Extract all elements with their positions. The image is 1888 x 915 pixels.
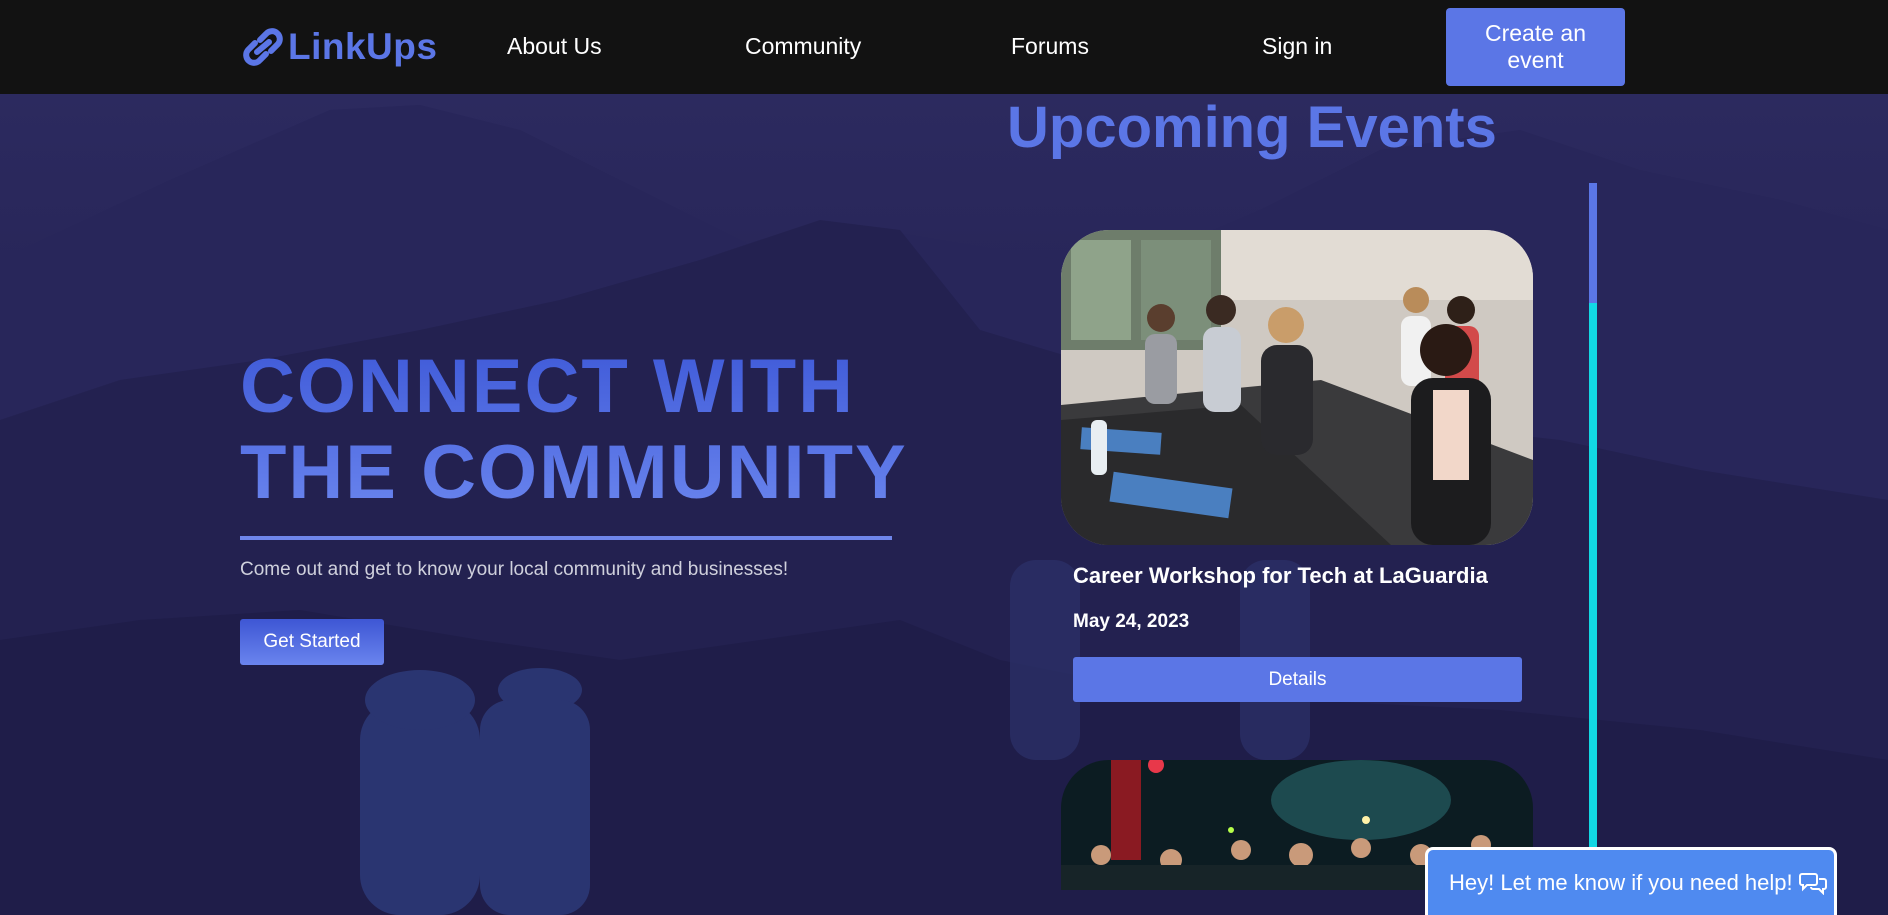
get-started-button[interactable]: Get Started bbox=[240, 619, 384, 665]
hero-title-line-1: CONNECT WITH bbox=[240, 344, 856, 429]
nav-link-forums[interactable]: Forums bbox=[1011, 33, 1089, 60]
nav-link-community[interactable]: Community bbox=[745, 33, 861, 60]
hero-divider bbox=[240, 536, 892, 540]
help-chat-widget[interactable]: Hey! Let me know if you need help! bbox=[1425, 847, 1837, 915]
event-title: Career Workshop for Tech at LaGuardia bbox=[1073, 563, 1488, 588]
top-navbar: LinkUps About Us Community Forums Sign i… bbox=[0, 0, 1888, 94]
hero-title: CONNECT WITH THE COMMUNITY bbox=[240, 344, 920, 516]
event-details-button[interactable]: Details bbox=[1073, 657, 1522, 702]
event-date: May 24, 2023 bbox=[1073, 611, 1190, 632]
chat-prompt-text: Hey! Let me know if you need help! bbox=[1449, 870, 1793, 895]
upcoming-events-heading: Upcoming Events bbox=[1007, 95, 1497, 160]
logo-link[interactable]: LinkUps bbox=[240, 22, 437, 72]
page: LinkUps About Us Community Forums Sign i… bbox=[0, 0, 1888, 915]
create-event-button[interactable]: Create an event bbox=[1446, 8, 1625, 86]
nav-link-about-us[interactable]: About Us bbox=[507, 33, 602, 60]
logo-text: LinkUps bbox=[288, 26, 438, 67]
event-image-workshop[interactable] bbox=[1061, 230, 1533, 545]
hero-subtitle: Come out and get to know your local comm… bbox=[240, 559, 789, 580]
link-chain-icon bbox=[243, 28, 283, 66]
workshop-photo bbox=[1061, 230, 1533, 545]
chat-bubbles-icon bbox=[1798, 873, 1827, 895]
nav-link-sign-in[interactable]: Sign in bbox=[1262, 33, 1332, 60]
hero-title-line-2: THE COMMUNITY bbox=[240, 430, 908, 515]
events-scrollbar-thumb[interactable] bbox=[1589, 183, 1597, 303]
